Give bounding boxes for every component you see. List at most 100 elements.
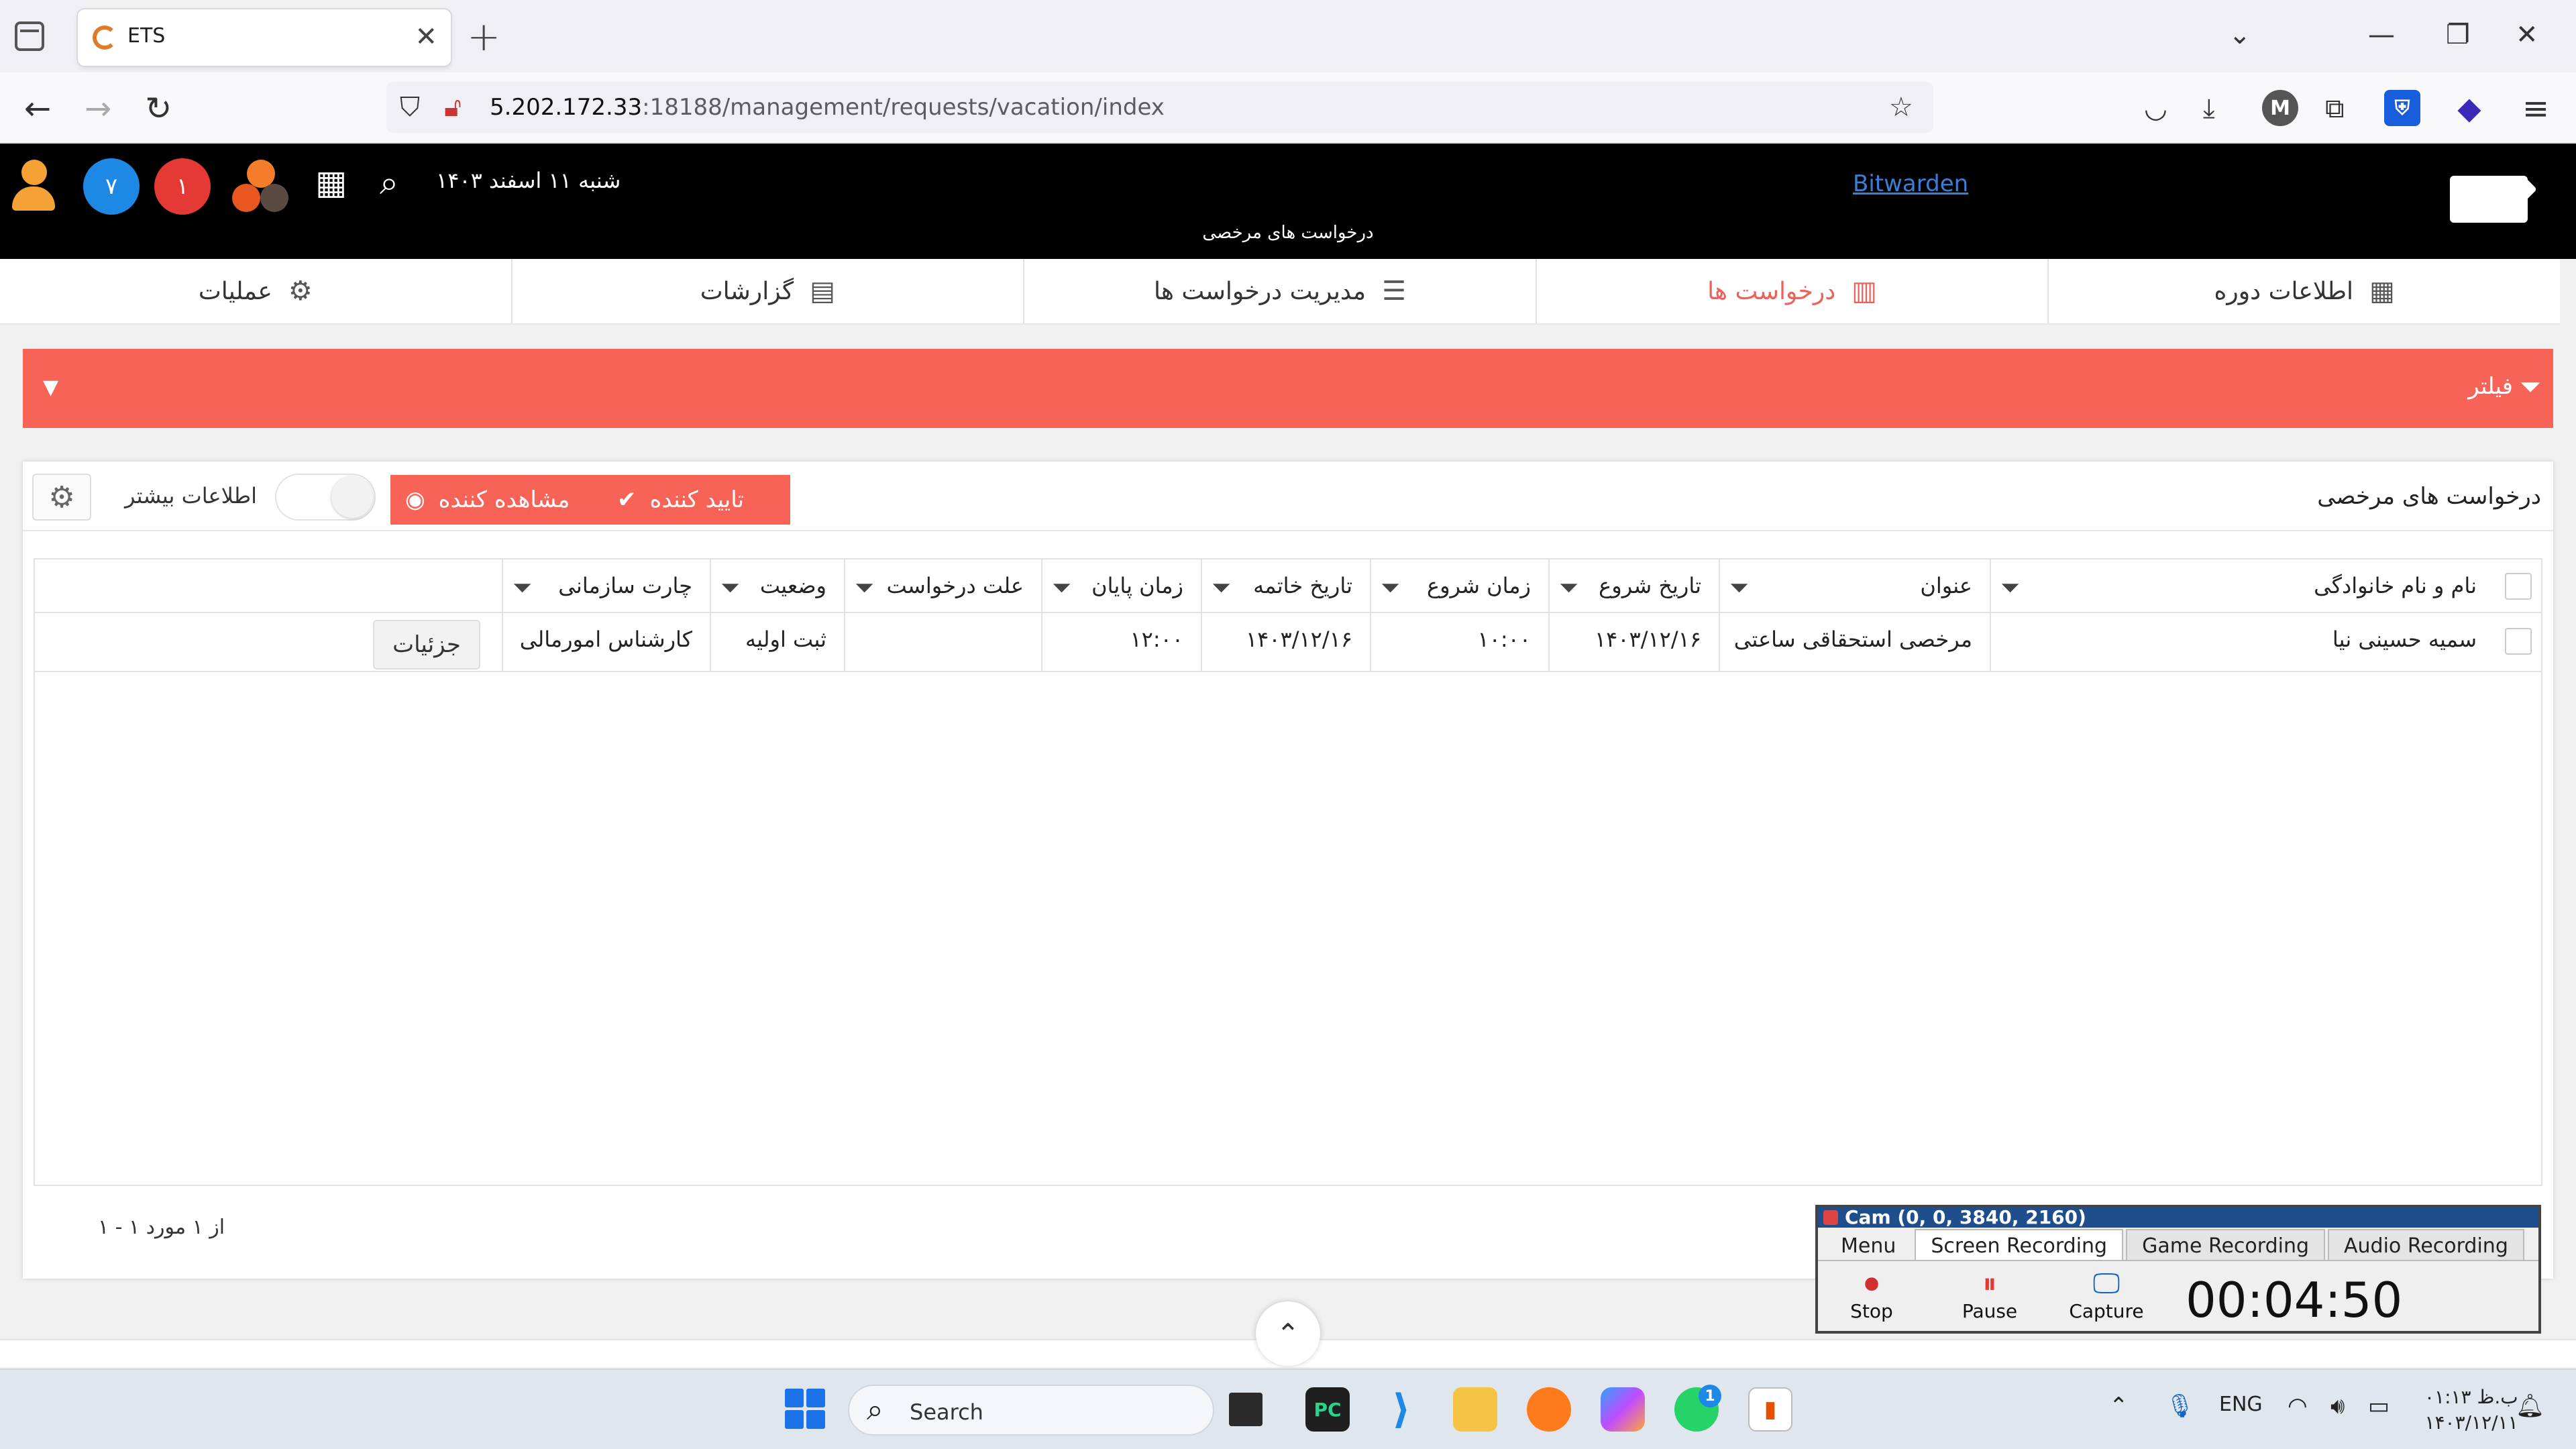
viewer-button[interactable]: ◉ مشاهده کننده [390, 475, 612, 525]
new-tab-icon[interactable]: + [467, 13, 500, 60]
requests-grid: نام و نام خانوادگی ⏷ عنوان ⏷ تاریخ شروع … [34, 558, 2542, 1186]
back-arrow-button[interactable]: ➜ [2450, 161, 2540, 225]
bitwarden-extension-icon[interactable]: ⛨ [2384, 90, 2420, 126]
recorder-tab-game-recording[interactable]: Game Recording [2126, 1229, 2326, 1260]
url-text[interactable]: 5.202.172.33:18188/management/requests/v… [490, 94, 1165, 121]
apps-circles-icon[interactable] [232, 160, 288, 216]
copilot-icon[interactable] [1601, 1387, 1645, 1432]
forward-icon[interactable]: → [85, 90, 111, 127]
table-row[interactable]: سمیه حسینی نیا مرخصی استحقاقی ساعتی ۱۴۰۳… [35, 613, 2541, 672]
task-view-icon[interactable] [1229, 1393, 1263, 1426]
recorder-tab-menu[interactable]: Menu [1825, 1229, 1912, 1260]
approver-button[interactable]: ✔ تایید کننده [602, 475, 790, 525]
battery-icon[interactable]: ▭ [2368, 1393, 2390, 1419]
taskbar-search[interactable]: ⌕ Search [848, 1385, 1214, 1436]
filter-bar[interactable]: ▼ فیلتر ⏷ [23, 349, 2553, 428]
bitwarden-link[interactable]: Bitwarden [1853, 170, 1968, 197]
tab-title: ETS [127, 24, 166, 48]
browser-tab[interactable]: ETS ✕ [78, 9, 451, 66]
caret-down-icon[interactable]: ▼ [43, 376, 58, 399]
column-filter-icon[interactable]: ⏷ [1052, 574, 1071, 602]
tray-chevron-up-icon[interactable]: ⌃ [2109, 1393, 2129, 1419]
system-clock[interactable]: ۰۱:۱۳ ب.ظ ۱۴۰۳/۱۲/۱۱ [2424, 1385, 2518, 1436]
more-info-label: اطلاعات بیشتر [125, 483, 258, 508]
nav-item-period-info[interactable]: اطلاعات دوره ▦ [2047, 259, 2560, 323]
nav-item-requests[interactable]: درخواست ها ▥ [1535, 259, 2048, 323]
select-all-checkbox[interactable] [2505, 573, 2532, 600]
recorder-tab-screen-recording[interactable]: Screen Recording [1915, 1229, 2124, 1260]
row-checkbox[interactable] [2505, 628, 2532, 655]
nav-item-reports[interactable]: گزارشات ▤ [511, 259, 1024, 323]
column-filter-icon[interactable]: ⏷ [1212, 574, 1231, 602]
column-filter-icon[interactable]: ⏷ [1381, 574, 1400, 602]
notification-badge-blue[interactable]: ۷ [83, 158, 140, 215]
close-window-icon[interactable]: ✕ [2516, 15, 2538, 55]
extension-m-icon[interactable]: M [2262, 90, 2298, 126]
user-avatar-icon[interactable] [12, 160, 55, 213]
insecure-lock-icon[interactable]: 🔓︎ [444, 93, 462, 122]
settings-gear-button[interactable]: ⚙ [32, 474, 91, 521]
column-header-start-time: زمان شروع ⏷ [1370, 559, 1548, 612]
capture-button[interactable]: 🖵 Capture [2059, 1267, 2153, 1322]
stop-button[interactable]: ⏺ Stop [1825, 1267, 1919, 1322]
panel-title: درخواست های مرخصی [2317, 483, 2541, 510]
site-favicon-icon [93, 25, 117, 50]
bookmark-star-icon[interactable]: ☆ [1889, 93, 1913, 122]
column-header-label: تاریخ خاتمه [1253, 573, 1352, 598]
recorder-tab-audio-recording[interactable]: Audio Recording [2328, 1229, 2524, 1260]
more-info-toggle[interactable] [275, 474, 376, 521]
recorder-title-bar[interactable]: Cam (0, 0, 3840, 2160) [1818, 1208, 2538, 1228]
close-tab-icon[interactable]: ✕ [415, 20, 437, 54]
search-icon[interactable]: ⌕ [380, 162, 398, 203]
nav-item-request-management[interactable]: مدیریت درخواست ها ☰ [1023, 259, 1536, 323]
input-language[interactable]: ENG [2219, 1393, 2263, 1416]
recorder-controls: ⏺ Stop ⏸ Pause 🖵 Capture 00:04:50 [1818, 1260, 2538, 1331]
column-filter-icon[interactable]: ⏷ [2000, 574, 2020, 602]
pause-icon: ⏸ [1982, 1267, 1997, 1299]
tab-list-icon[interactable] [15, 21, 44, 51]
microphone-icon[interactable]: 🎙︎ [2165, 1393, 2194, 1419]
extension-diamond-icon[interactable]: ◆ [2451, 90, 2487, 126]
vscode-icon[interactable]: ⟩ [1379, 1386, 1424, 1433]
column-filter-icon[interactable]: ⏷ [513, 574, 532, 602]
menu-hamburger-icon[interactable]: ≡ [2522, 90, 2549, 127]
firefox-icon[interactable] [1527, 1387, 1571, 1432]
column-filter-icon[interactable]: ⏷ [855, 574, 874, 602]
restore-icon[interactable]: ❐ [2446, 15, 2470, 55]
nav-item-operations[interactable]: عملیات ⚙ [0, 259, 511, 323]
pocket-icon[interactable]: ◡ [2144, 90, 2167, 127]
recorder-tabs: Menu Screen Recording Game Recording Aud… [1818, 1229, 2538, 1260]
pause-button[interactable]: ⏸ Pause [1943, 1267, 2037, 1322]
shield-icon[interactable]: ⛉ [400, 93, 420, 122]
wifi-icon[interactable]: ◠ [2288, 1393, 2308, 1419]
stop-icon: ⏺ [1864, 1267, 1879, 1299]
minimize-icon[interactable]: — [2368, 15, 2395, 55]
download-icon[interactable]: ⤓ [2203, 90, 2215, 127]
viewer-button-label: مشاهده کننده [438, 486, 570, 513]
column-header-reason: علت درخواست ⏷ [844, 559, 1041, 612]
notification-badge-red[interactable]: ۱ [154, 158, 211, 215]
extensions-puzzle-icon[interactable]: ⧉ [2325, 90, 2345, 127]
back-icon[interactable]: ← [24, 90, 51, 127]
address-bar[interactable]: ⛉ 🔓︎ 5.202.172.33:18188/management/reque… [386, 82, 1933, 133]
whatsapp-icon[interactable]: 1 [1674, 1385, 1721, 1432]
chevron-down-icon[interactable]: ⌄ [2229, 15, 2251, 55]
page-title: درخواست های مرخصی [1202, 223, 1374, 243]
pycharm-icon[interactable]: PC [1305, 1387, 1350, 1432]
file-explorer-icon[interactable] [1453, 1387, 1497, 1432]
calendar-icon[interactable]: ▦ [315, 162, 347, 203]
column-filter-icon[interactable]: ⏷ [1729, 574, 1749, 602]
windows-start-icon[interactable] [785, 1389, 825, 1429]
reload-icon[interactable]: ↻ [145, 90, 172, 127]
cell-value: کارشناس امورمالی [519, 627, 692, 652]
url-host: 5.202.172.33 [490, 94, 643, 121]
speaker-icon[interactable]: 🔊︎ [2330, 1393, 2345, 1419]
details-button[interactable]: جزئیات [373, 620, 480, 669]
column-filter-icon[interactable]: ⏷ [1559, 574, 1578, 602]
column-header-label: نام و نام خانوادگی [2314, 573, 2477, 598]
scroll-to-top-icon[interactable]: ⌃ [1256, 1301, 1320, 1366]
cell-name: سمیه حسینی نیا [1990, 613, 2494, 671]
recorder-app-icon[interactable]: ▮ [1748, 1387, 1792, 1432]
column-filter-icon[interactable]: ⏷ [720, 574, 740, 602]
notification-bell-icon[interactable]: 🔔︎ [2516, 1393, 2544, 1419]
